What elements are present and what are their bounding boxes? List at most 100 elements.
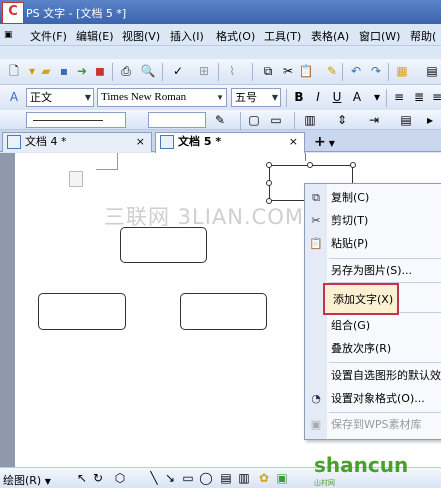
close-icon[interactable]: × bbox=[136, 133, 145, 151]
undo-icon[interactable]: ↶ bbox=[348, 63, 364, 79]
document-icon bbox=[7, 135, 21, 149]
margin-marker bbox=[96, 153, 118, 170]
menu-item-copy[interactable]: 复制(C) bbox=[331, 188, 369, 208]
line-icon[interactable]: ╲ bbox=[146, 470, 162, 486]
tab-doc5[interactable]: 文档 5 * × bbox=[155, 132, 305, 153]
spellcheck-icon[interactable]: ✓ bbox=[170, 63, 186, 79]
indent-icon[interactable]: ⇥ bbox=[366, 112, 382, 128]
align-left-icon[interactable]: ≡ bbox=[390, 88, 408, 106]
menu-item-group[interactable]: 组合(G) bbox=[331, 316, 370, 336]
menu-format[interactable]: 格式(O) bbox=[216, 28, 255, 44]
brush-disabled-icon: ⌇ bbox=[229, 64, 235, 78]
font-select[interactable]: Times New Roman ▼ bbox=[97, 88, 227, 107]
menu-item-format-object[interactable]: 设置对象格式(O)... bbox=[331, 389, 425, 409]
menu-separator bbox=[329, 258, 441, 259]
menu-tools[interactable]: 工具(T) bbox=[264, 28, 301, 44]
menu-window[interactable]: 窗口(W) bbox=[359, 28, 400, 44]
print-preview-icon[interactable]: 🔍 bbox=[140, 63, 156, 79]
resize-handle[interactable] bbox=[307, 162, 313, 168]
font-size-select[interactable]: 五号 ▼ bbox=[231, 88, 281, 107]
line-width-select[interactable] bbox=[148, 112, 206, 128]
italic-button[interactable]: I bbox=[309, 88, 327, 106]
rectangle-icon[interactable]: ▭ bbox=[180, 470, 196, 486]
flowchart-box-right[interactable] bbox=[180, 293, 267, 330]
open-folder-icon[interactable]: ▰ bbox=[38, 63, 54, 79]
menu-help[interactable]: 帮助( bbox=[410, 28, 436, 44]
document-icon bbox=[160, 135, 174, 149]
rotate-icon[interactable]: ↻ bbox=[90, 470, 106, 486]
menu-table[interactable]: 表格(A) bbox=[311, 28, 349, 44]
menu-item-order[interactable]: 叠放次序(R) bbox=[331, 339, 391, 359]
document-tab-bar: 文档 4 * × 文档 5 * × + ▼ bbox=[0, 130, 441, 153]
border-icon[interactable]: ▢ bbox=[246, 112, 262, 128]
flowchart-box-top[interactable] bbox=[120, 227, 207, 263]
menu-edit[interactable]: 编辑(E) bbox=[76, 28, 114, 44]
highlighted-label[interactable]: 添加文字(X) bbox=[333, 291, 393, 307]
tab-doc4[interactable]: 文档 4 * × bbox=[2, 132, 152, 152]
textbox-icon[interactable]: ▤ bbox=[218, 470, 234, 486]
line-color-icon[interactable]: ✎ bbox=[212, 112, 228, 128]
chevron-down-icon: ▼ bbox=[84, 93, 91, 102]
underline-button[interactable]: U bbox=[328, 88, 346, 106]
app-logo[interactable]: C bbox=[2, 2, 24, 24]
font-color-icon[interactable]: A bbox=[348, 88, 366, 106]
fill-icon[interactable]: ▭ bbox=[268, 112, 284, 128]
word-count-icon[interactable]: ⊞ bbox=[196, 63, 212, 79]
copy-toolbar-icon[interactable]: ⧉ bbox=[260, 63, 276, 79]
arrow-icon[interactable]: ↘ bbox=[162, 470, 178, 486]
autoshapes-icon[interactable]: ⬡ bbox=[112, 470, 128, 486]
plus-icon: + bbox=[314, 134, 326, 150]
anchor-icon bbox=[69, 171, 83, 187]
new-tab-button[interactable]: + ▼ bbox=[310, 133, 340, 151]
separator bbox=[294, 112, 295, 130]
menu-item-set-default[interactable]: 设置自选图形的默认效果 bbox=[331, 366, 441, 386]
redo-icon[interactable]: ↷ bbox=[368, 63, 384, 79]
format-painter-icon[interactable]: ✎ bbox=[324, 63, 340, 79]
insert-table-icon[interactable]: ▤ bbox=[424, 63, 440, 79]
spacing-icon[interactable]: ⇕ bbox=[334, 112, 350, 128]
align-right-icon[interactable]: ≡ bbox=[428, 88, 441, 106]
table-icon[interactable]: ▦ bbox=[394, 63, 410, 79]
menu-item-cut[interactable]: 剪切(T) bbox=[331, 211, 368, 231]
clipart-icon[interactable]: ✿ bbox=[256, 470, 272, 486]
line-sample bbox=[33, 120, 103, 121]
vertical-textbox-icon[interactable]: ▥ bbox=[236, 470, 252, 486]
menu-item-paste[interactable]: 粘贴(P) bbox=[331, 234, 368, 254]
doc-menu-icon[interactable]: ▣ bbox=[4, 30, 13, 40]
text-box-icon[interactable]: ▤ bbox=[398, 112, 414, 128]
export-icon[interactable]: ➜ bbox=[74, 63, 90, 79]
ellipse-icon[interactable]: ◯ bbox=[198, 470, 214, 486]
flowchart-box-left[interactable] bbox=[38, 293, 126, 330]
menu-insert[interactable]: 插入(I) bbox=[170, 28, 204, 44]
style-select[interactable]: 正文 ▼ bbox=[26, 88, 94, 107]
rotate-handle[interactable] bbox=[305, 153, 315, 161]
resize-handle[interactable] bbox=[266, 180, 272, 186]
menu-view[interactable]: 视图(V) bbox=[122, 28, 160, 44]
menu-file[interactable]: 文件(F) bbox=[30, 28, 67, 44]
picture-icon[interactable]: ▣ bbox=[274, 470, 290, 486]
draw-menu[interactable]: 绘图(R) ▼ bbox=[3, 472, 51, 488]
paste-toolbar-icon[interactable]: 📋 bbox=[298, 63, 314, 79]
chevron-down-icon: ▼ bbox=[328, 139, 335, 148]
save-icon[interactable]: ▪ bbox=[56, 63, 72, 79]
resize-handle[interactable] bbox=[350, 162, 356, 168]
print-icon[interactable]: ⎙ bbox=[118, 63, 134, 79]
pdf-icon[interactable]: ◼ bbox=[92, 63, 108, 79]
resize-handle[interactable] bbox=[266, 162, 272, 168]
close-icon[interactable]: × bbox=[289, 133, 298, 151]
cut-toolbar-icon[interactable]: ✂ bbox=[280, 63, 296, 79]
menu-item-save-as-image[interactable]: 另存为图片(S)... bbox=[331, 261, 412, 281]
styles-icon[interactable]: A bbox=[6, 89, 22, 105]
separator bbox=[252, 63, 253, 81]
chevron-down-icon: ▼ bbox=[44, 477, 51, 486]
separator bbox=[240, 112, 241, 130]
align-center-icon[interactable]: ≣ bbox=[410, 88, 428, 106]
select-pointer-icon[interactable]: ↖ bbox=[74, 470, 90, 486]
copy-icon: ⧉ bbox=[312, 191, 320, 204]
line-style-select[interactable] bbox=[26, 112, 126, 128]
new-icon[interactable]: 🗋 bbox=[6, 63, 22, 79]
highlight-icon[interactable]: ▾ bbox=[368, 88, 386, 106]
more-icon[interactable]: ▸ bbox=[422, 112, 438, 128]
bold-button[interactable]: B bbox=[290, 88, 308, 106]
columns-icon[interactable]: ▥ bbox=[302, 112, 318, 128]
